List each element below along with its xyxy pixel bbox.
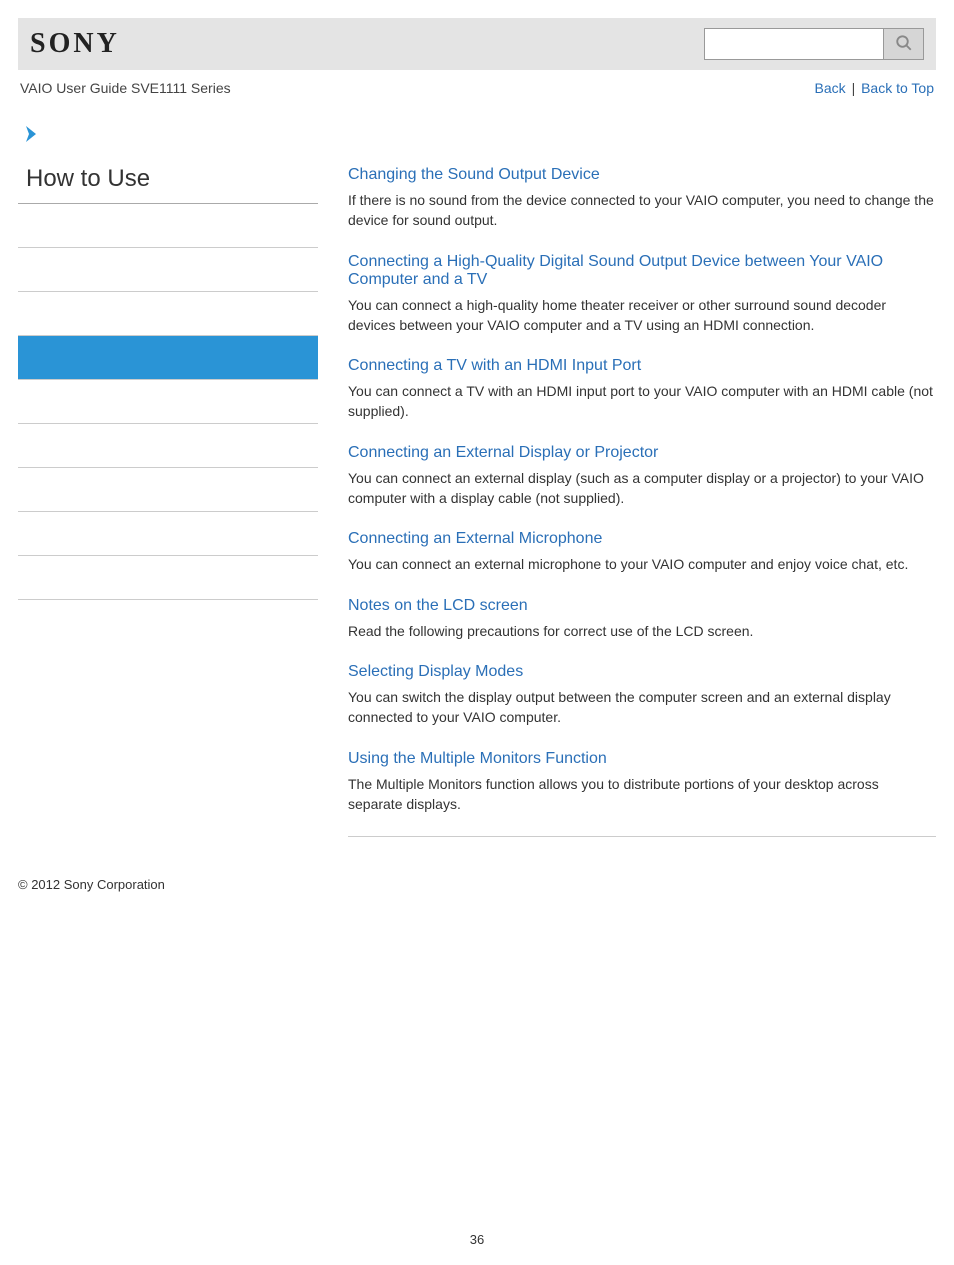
page-number: 36 [18, 1232, 936, 1247]
topic: Using the Multiple Monitors Function The … [348, 750, 936, 815]
topic-title-link[interactable]: Connecting an External Microphone [348, 530, 936, 548]
topic: Changing the Sound Output Device If there… [348, 166, 936, 231]
sidebar-item[interactable] [18, 556, 318, 600]
topic: Notes on the LCD screen Read the followin… [348, 597, 936, 641]
back-link[interactable]: Back [815, 80, 846, 96]
topic-description: You can connect an external microphone t… [348, 554, 936, 574]
sidebar-item[interactable] [18, 468, 318, 512]
search-wrap [704, 28, 924, 60]
sidebar-title: How to Use [18, 165, 318, 204]
sidebar-item[interactable] [18, 292, 318, 336]
back-to-top-link[interactable]: Back to Top [861, 80, 934, 96]
topic-title-link[interactable]: Using the Multiple Monitors Function [348, 750, 936, 768]
subheader: VAIO User Guide SVE1111 Series Back | Ba… [18, 80, 936, 96]
topic-title-link[interactable]: Selecting Display Modes [348, 663, 936, 681]
topic-description: You can switch the display output betwee… [348, 687, 936, 728]
search-button[interactable] [884, 28, 924, 60]
guide-title: VAIO User Guide SVE1111 Series [20, 80, 231, 96]
search-input[interactable] [704, 28, 884, 60]
topic-description: If there is no sound from the device con… [348, 190, 936, 231]
topic: Selecting Display Modes You can switch th… [348, 663, 936, 728]
content-divider [348, 836, 936, 837]
topic-title-link[interactable]: Changing the Sound Output Device [348, 166, 936, 184]
topic-title-link[interactable]: Connecting an External Display or Projec… [348, 444, 936, 462]
topic: Connecting a High-Quality Digital Sound … [348, 253, 936, 336]
topic-title-link[interactable]: Notes on the LCD screen [348, 597, 936, 615]
topic-title-link[interactable]: Connecting a High-Quality Digital Sound … [348, 253, 936, 289]
sidebar-item[interactable] [18, 204, 318, 248]
sidebar-item[interactable] [18, 512, 318, 556]
topic-description: You can connect an external display (suc… [348, 468, 936, 509]
topic: Connecting an External Display or Projec… [348, 444, 936, 509]
sidebar-list [18, 204, 318, 600]
logo: SONY [30, 28, 120, 60]
chevron-right-icon [18, 126, 318, 145]
topic-description: Read the following precautions for corre… [348, 621, 936, 641]
sidebar-item[interactable] [18, 424, 318, 468]
topic-description: The Multiple Monitors function allows yo… [348, 774, 936, 815]
sidebar-item[interactable] [18, 380, 318, 424]
sidebar-item[interactable] [18, 336, 318, 380]
topic-description: You can connect a TV with an HDMI input … [348, 381, 936, 422]
topic: Connecting a TV with an HDMI Input Port Y… [348, 357, 936, 422]
topic-description: You can connect a high-quality home thea… [348, 295, 936, 336]
topic: Connecting an External Microphone You can… [348, 530, 936, 574]
sidebar: How to Use [18, 126, 318, 837]
footer-copyright: © 2012 Sony Corporation [18, 877, 936, 892]
search-icon [895, 34, 913, 55]
top-links: Back | Back to Top [815, 80, 934, 96]
link-separator: | [852, 80, 860, 96]
header-bar: SONY [18, 18, 936, 70]
topic-title-link[interactable]: Connecting a TV with an HDMI Input Port [348, 357, 936, 375]
sidebar-item[interactable] [18, 248, 318, 292]
main-content: Changing the Sound Output Device If there… [348, 126, 936, 837]
